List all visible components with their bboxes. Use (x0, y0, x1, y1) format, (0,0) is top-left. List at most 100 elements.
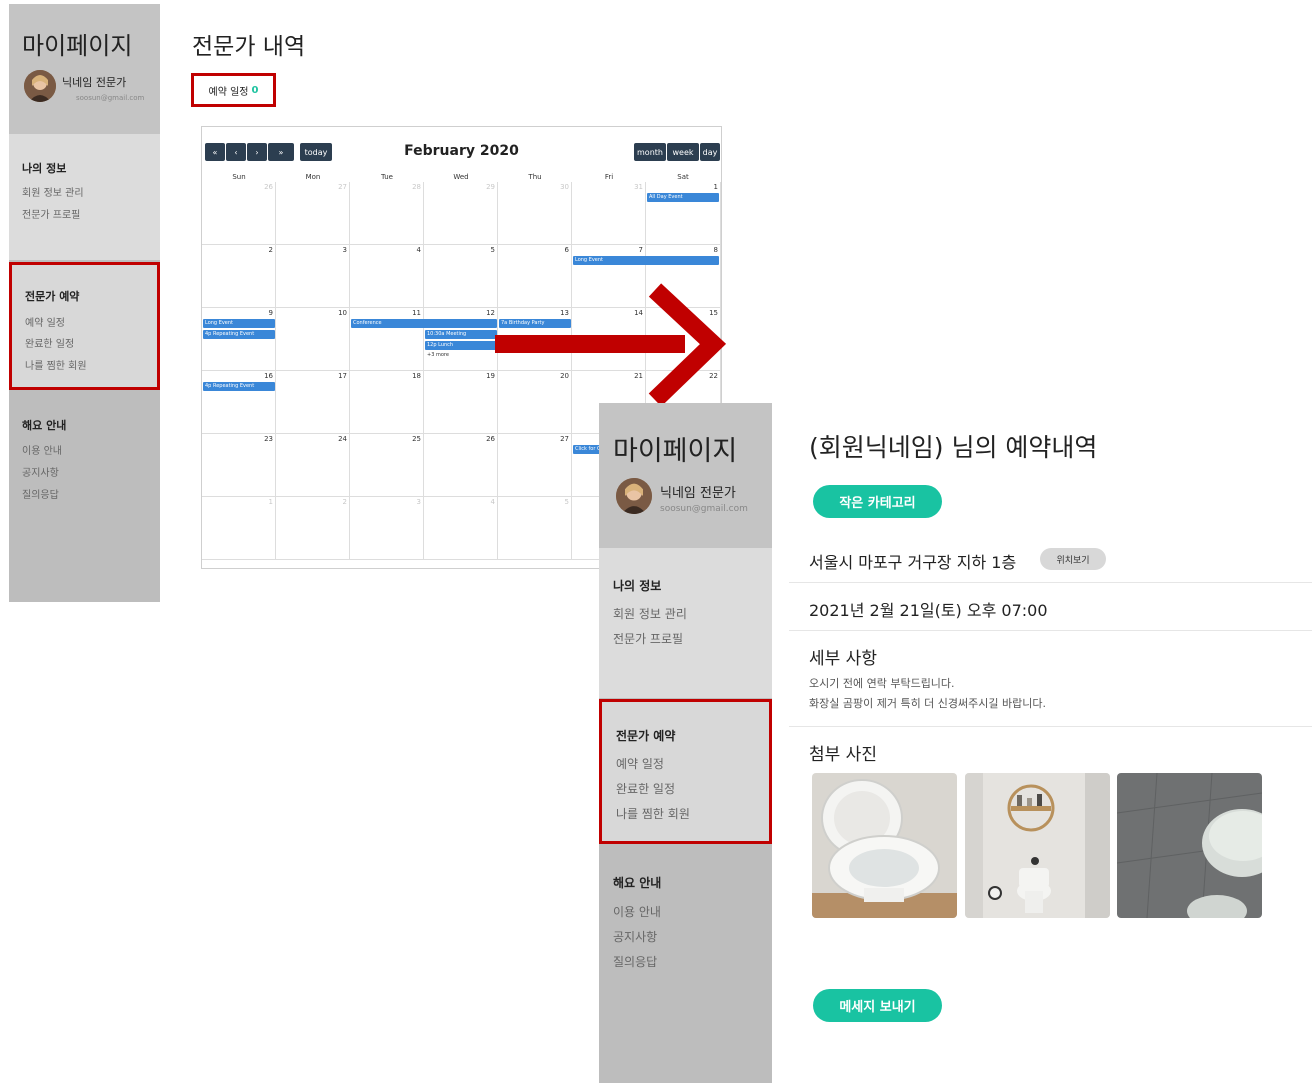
day-number: 3 (342, 246, 347, 254)
send-message-button[interactable]: 메세지 보내기 (813, 989, 942, 1022)
photos-heading: 첨부 사진 (809, 745, 877, 765)
menu-item-expert-profile[interactable]: 전문가 프로필 (613, 630, 683, 647)
calendar-day-cell[interactable]: 5 (498, 497, 572, 560)
prev-month-button[interactable]: ‹ (226, 143, 246, 161)
menu-item-usage-guide[interactable]: 이용 안내 (613, 903, 661, 920)
calendar-day-cell[interactable]: 28 (350, 182, 424, 245)
calendar-day-cell[interactable]: 18 (350, 371, 424, 434)
sidebar-title: 마이페이지 (22, 32, 133, 60)
calendar-day-cell[interactable]: 30 (498, 182, 572, 245)
page-title: 전문가 내역 (192, 34, 306, 60)
view-location-button[interactable]: 위치보기 (1040, 548, 1106, 570)
menu-item-booking-schedule[interactable]: 예약 일정 (616, 755, 664, 772)
calendar-day-cell[interactable]: 10 (276, 308, 350, 371)
day-number: 31 (634, 183, 643, 191)
profile-nickname: 닉네임 전문가 (62, 76, 127, 89)
calendar-day-cell[interactable]: 3 (350, 497, 424, 560)
next-month-button[interactable]: › (247, 143, 267, 161)
day-number: 23 (264, 435, 273, 443)
menu-section-my-info: 나의 정보 회원 정보 관리 전문가 프로필 (9, 134, 160, 260)
schedule-count-box[interactable]: 예약 일정 0 (191, 73, 276, 107)
category-button[interactable]: 작은 카테고리 (813, 485, 942, 518)
menu-item-qna[interactable]: 질의응답 (22, 486, 59, 501)
today-button[interactable]: today (300, 143, 332, 161)
day-number: 11 (412, 309, 421, 317)
menu-item-notices[interactable]: 공지사항 (22, 464, 59, 479)
profile-area: 마이페이지 닉네임 전문가 soosun@gmail.com (9, 4, 160, 134)
calendar-day-cell[interactable]: 27 (276, 182, 350, 245)
menu-section-my-info: 나의 정보 회원 정보 관리 전문가 프로필 (599, 548, 772, 698)
menu-section-guide: 해요 안내 이용 안내 공지사항 질의응답 (9, 392, 160, 602)
calendar-day-cell[interactable]: 16 (202, 371, 276, 434)
day-number: 6 (564, 246, 569, 254)
day-number: 27 (338, 183, 347, 191)
day-number: 25 (412, 435, 421, 443)
calendar-day-cell[interactable]: 3 (276, 245, 350, 308)
calendar-day-cell[interactable]: 1 (202, 497, 276, 560)
weekday-header: Thu (528, 173, 542, 181)
calendar-day-cell[interactable]: 26 (202, 182, 276, 245)
calendar-day-cell[interactable]: 26 (424, 434, 498, 497)
menu-item-favorited-members[interactable]: 나를 찜한 회원 (616, 805, 690, 822)
more-events-link[interactable]: +3 more (427, 352, 449, 358)
calendar-day-cell[interactable]: 23 (202, 434, 276, 497)
calendar-day-cell[interactable]: 29 (424, 182, 498, 245)
calendar-event[interactable]: Long Event (573, 256, 719, 265)
calendar-day-cell[interactable]: 2 (276, 497, 350, 560)
sidebar: 마이페이지 닉네임 전문가 soosun@gmail.com 나의 정보 회원 … (9, 4, 160, 602)
weekday-header: Mon (305, 173, 321, 181)
calendar-day-cell[interactable]: 2 (202, 245, 276, 308)
menu-item-member-info[interactable]: 회원 정보 관리 (613, 605, 687, 622)
calendar-event[interactable]: 4p Repeating Event (203, 382, 275, 391)
profile-nickname: 닉네임 전문가 (660, 486, 736, 501)
week-view-button[interactable]: week (667, 143, 699, 161)
calendar-event[interactable]: Long Event (203, 319, 275, 328)
calendar-event[interactable]: Conference (351, 319, 497, 328)
ceiling-light-photo[interactable] (1117, 773, 1262, 918)
menu-item-booking-schedule[interactable]: 예약 일정 (25, 314, 65, 329)
menu-item-notices[interactable]: 공지사항 (613, 928, 657, 945)
calendar-day-cell[interactable]: 25 (350, 434, 424, 497)
calendar-day-cell[interactable]: 17 (276, 371, 350, 434)
menu-item-completed[interactable]: 완료한 일정 (25, 335, 74, 350)
calendar-day-cell[interactable]: 4 (424, 497, 498, 560)
sidebar-title: 마이페이지 (613, 436, 738, 467)
toilet-photo[interactable] (812, 773, 957, 918)
calendar-day-cell[interactable]: 9 (202, 308, 276, 371)
weekday-header: Sun (232, 173, 246, 181)
menu-item-member-info[interactable]: 회원 정보 관리 (22, 184, 84, 199)
bathroom-photo[interactable] (965, 773, 1110, 918)
menu-item-expert-profile[interactable]: 전문가 프로필 (22, 206, 80, 221)
day-number: 30 (560, 183, 569, 191)
day-number: 5 (564, 498, 569, 506)
day-number: 27 (560, 435, 569, 443)
calendar-day-cell[interactable]: 4 (350, 245, 424, 308)
divider (789, 726, 1312, 727)
menu-item-favorited-members[interactable]: 나를 찜한 회원 (25, 357, 87, 372)
prev-year-button[interactable]: « (205, 143, 225, 161)
calendar-day-cell[interactable]: 11 (350, 308, 424, 371)
details-line: 오시기 전에 연락 부탁드립니다. (809, 677, 955, 690)
calendar-day-cell[interactable]: 31 (572, 182, 646, 245)
avatar[interactable] (24, 70, 56, 102)
calendar-event[interactable]: All Day Event (647, 193, 719, 202)
day-number: 2 (268, 246, 273, 254)
avatar[interactable] (616, 478, 652, 514)
day-view-button[interactable]: day (700, 143, 720, 161)
day-number: 26 (264, 183, 273, 191)
menu-item-usage-guide[interactable]: 이용 안내 (22, 442, 62, 457)
next-year-button[interactable]: » (268, 143, 294, 161)
calendar-day-cell[interactable]: 1 (646, 182, 721, 245)
menu-heading: 해요 안내 (22, 419, 67, 432)
menu-item-qna[interactable]: 질의응답 (613, 953, 657, 970)
day-number: 8 (713, 246, 718, 254)
menu-item-completed[interactable]: 완료한 일정 (616, 780, 675, 797)
month-view-button[interactable]: month (634, 143, 666, 161)
sidebar: 마이페이지 닉네임 전문가 soosun@gmail.com 나의 정보 회원 … (599, 403, 772, 1083)
schedule-count: 0 (251, 84, 259, 96)
calendar-day-cell[interactable]: 24 (276, 434, 350, 497)
day-number: 24 (338, 435, 347, 443)
calendar-event[interactable]: 4p Repeating Event (203, 330, 275, 339)
calendar-day-cell[interactable]: 27 (498, 434, 572, 497)
arrow-icon (495, 283, 727, 407)
